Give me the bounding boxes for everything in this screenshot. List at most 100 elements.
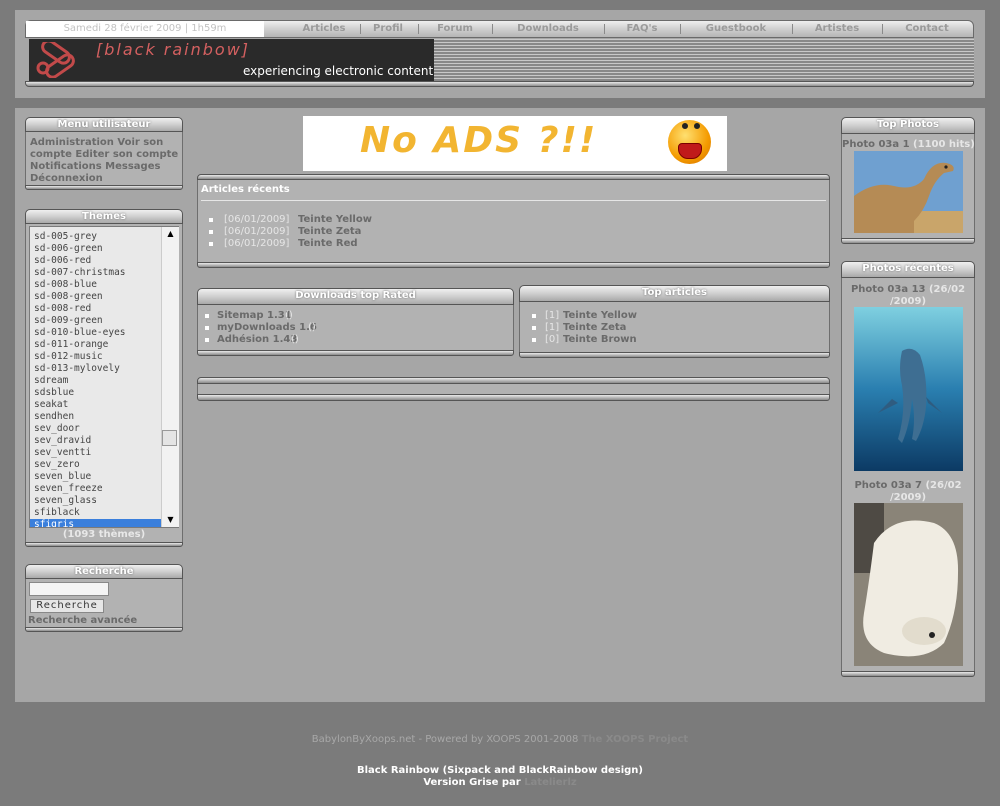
- author-link[interactable]: Latelierlz: [524, 777, 577, 788]
- footer-powered: BabylonByXoops.net - Powered by XOOPS 20…: [0, 734, 1000, 745]
- theme-option[interactable]: sev_dravid: [30, 435, 178, 447]
- theme-option[interactable]: sendhen: [30, 411, 178, 423]
- top-photos-title: Top Photos: [841, 117, 975, 134]
- article-link[interactable]: Teinte Red: [298, 238, 358, 249]
- logout-link[interactable]: Déconnexion: [30, 173, 103, 184]
- top-article-count: [1]: [545, 310, 560, 321]
- theme-option[interactable]: seven_blue: [30, 471, 178, 483]
- download-link[interactable]: Adhésion 1.43: [217, 334, 297, 345]
- user-menu-line-1[interactable]: Administration Voir son: [30, 137, 163, 148]
- header-stripes: [434, 39, 974, 81]
- article-date: [06/01/2009]: [224, 238, 290, 249]
- download-extra: (): [285, 310, 293, 321]
- downloads-body: Sitemap 1.31 () myDownloads 1.6 () Adhés…: [197, 305, 514, 350]
- theme-list-scrollbar[interactable]: ▲ ▼: [161, 227, 179, 527]
- logo-icon: [36, 42, 75, 78]
- top-article-count: [0]: [545, 334, 560, 345]
- article-date: [06/01/2009]: [224, 214, 290, 225]
- empty-block-top: [197, 377, 830, 384]
- footer-version: Version Grise par Latelierlz: [0, 777, 1000, 788]
- nav-faqs[interactable]: FAQ's: [604, 21, 680, 37]
- download-link[interactable]: Sitemap 1.31: [217, 310, 292, 321]
- recent-articles-footer: [197, 262, 830, 268]
- scroll-down-icon[interactable]: ▼: [162, 513, 179, 527]
- footer-powered-text: BabylonByXoops.net - Powered by XOOPS 20…: [311, 734, 579, 745]
- theme-option-selected[interactable]: sfigris: [30, 519, 178, 527]
- theme-option[interactable]: sd-008-green: [30, 291, 178, 303]
- theme-option[interactable]: seven_glass: [30, 495, 178, 507]
- empty-block-footer: [197, 394, 830, 401]
- search-input[interactable]: [29, 582, 109, 596]
- ad-text: No ADS ?!!: [360, 120, 598, 161]
- user-menu-line-3[interactable]: Notifications Messages: [30, 161, 160, 172]
- scrollbar-thumb[interactable]: [162, 430, 177, 446]
- theme-option[interactable]: sd-007-christmas: [30, 267, 178, 279]
- theme-option[interactable]: sev_door: [30, 423, 178, 435]
- article-link[interactable]: Teinte Yellow: [298, 214, 372, 225]
- dolphin-photo[interactable]: [854, 307, 963, 471]
- download-link[interactable]: myDownloads 1.6: [217, 322, 317, 333]
- xoops-project-link[interactable]: The XOOPS Project: [582, 734, 689, 745]
- themes-count: (1093 thèmes): [62, 529, 146, 540]
- top-article-link[interactable]: Teinte Zeta: [563, 322, 626, 333]
- advanced-search-link[interactable]: Recherche avancée: [28, 615, 137, 626]
- theme-option[interactable]: sev_zero: [30, 459, 178, 471]
- theme-option[interactable]: sd-013-mylovely: [30, 363, 178, 375]
- theme-option[interactable]: sd-006-red: [30, 255, 178, 267]
- top-photo-hits: (1100 hits): [913, 139, 975, 150]
- top-articles-title: Top articles: [519, 285, 830, 302]
- recent-photo-date: /2009): [889, 296, 927, 307]
- search-footer: [25, 627, 183, 632]
- theme-option[interactable]: sd-009-green: [30, 315, 178, 327]
- smiley-eye-icon: [694, 123, 700, 129]
- recent-articles-body: Articles récents [06/01/2009] Teinte Yel…: [197, 180, 830, 262]
- nav-artistes[interactable]: Artistes: [792, 21, 882, 37]
- polar-bear-photo[interactable]: [854, 503, 963, 666]
- top-articles-body: [1] Teinte Yellow [1] Teinte Zeta [0] Te…: [519, 302, 830, 352]
- logo-text: [black rainbow]: [96, 40, 251, 59]
- recent-articles-title: Articles récents: [201, 184, 290, 195]
- top-article-link[interactable]: Teinte Yellow: [563, 310, 637, 321]
- user-menu-title: Menu utilisateur: [25, 117, 183, 132]
- nav-forum[interactable]: Forum: [418, 21, 492, 37]
- recent-photos-body: Photo 03a 13 (26/02 /2009) Photo 03a 7 (…: [841, 278, 975, 671]
- recent-photo-date: (26/02: [928, 284, 966, 295]
- theme-option[interactable]: sd-011-orange: [30, 339, 178, 351]
- theme-option[interactable]: sd-006-green: [30, 243, 178, 255]
- top-article-link[interactable]: Teinte Brown: [563, 334, 637, 345]
- search-button[interactable]: Recherche: [30, 599, 104, 613]
- theme-option[interactable]: seven_freeze: [30, 483, 178, 495]
- search-title: Recherche: [25, 564, 183, 579]
- theme-option[interactable]: sdream: [30, 375, 178, 387]
- top-photo-caption[interactable]: Photo 03a 1: [842, 139, 910, 150]
- nav-guestbook[interactable]: Guestbook: [680, 21, 792, 37]
- user-menu-line-2[interactable]: compte Editer son compte: [30, 149, 178, 160]
- nav-downloads[interactable]: Downloads: [492, 21, 604, 37]
- theme-option[interactable]: sev_ventti: [30, 447, 178, 459]
- nav-profil[interactable]: Profil: [360, 21, 416, 37]
- recent-photos-title: Photos récentes: [841, 261, 975, 278]
- date-display: Samedi 28 février 2009 | 1h59m: [26, 21, 264, 37]
- theme-option[interactable]: sd-012-music: [30, 351, 178, 363]
- recent-photo-caption[interactable]: Photo 03a 13: [851, 284, 926, 295]
- theme-option[interactable]: sd-008-red: [30, 303, 178, 315]
- user-menu-body: Administration Voir son compte Editer so…: [25, 132, 183, 185]
- theme-select-list[interactable]: sd-005-grey sd-006-green sd-006-red sd-0…: [29, 226, 179, 528]
- theme-option[interactable]: sd-005-grey: [30, 231, 178, 243]
- theme-option[interactable]: sd-010-blue-eyes: [30, 327, 178, 339]
- recent-photo-date: (26/02: [925, 480, 962, 491]
- search-body: Recherche Recherche avancée: [25, 579, 183, 627]
- download-extra: (): [308, 322, 316, 333]
- theme-option[interactable]: sfiblack: [30, 507, 178, 519]
- download-extra: (): [291, 334, 299, 345]
- theme-option[interactable]: sdsblue: [30, 387, 178, 399]
- article-link[interactable]: Teinte Zeta: [298, 226, 361, 237]
- recent-photo-caption[interactable]: Photo 03a 7: [854, 480, 922, 491]
- theme-option[interactable]: sd-008-blue: [30, 279, 178, 291]
- downloads-footer: [197, 350, 514, 356]
- theme-option[interactable]: seakat: [30, 399, 178, 411]
- nav-contact[interactable]: Contact: [882, 21, 972, 37]
- downloads-title: Downloads top Rated: [197, 288, 514, 305]
- camel-photo[interactable]: [854, 151, 963, 233]
- scroll-up-icon[interactable]: ▲: [162, 227, 179, 241]
